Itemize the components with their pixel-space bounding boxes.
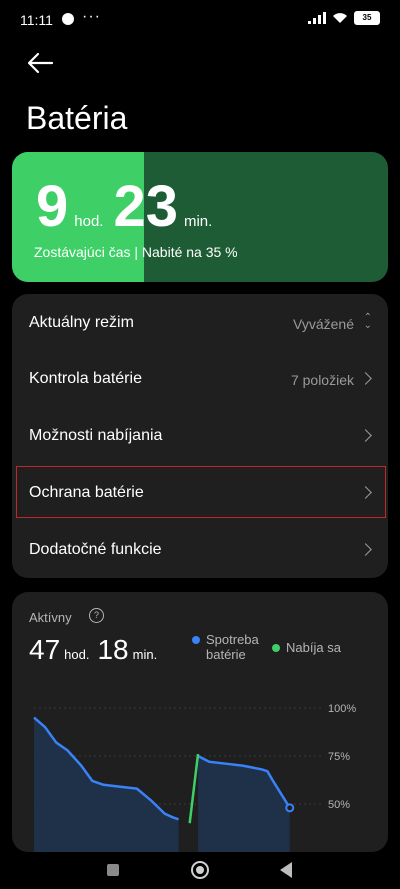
hours-unit: hod. — [74, 213, 104, 230]
battery-settings-list: Aktuálny režim Vyvážené ⌃ ⌄ Kontrola baté… — [12, 294, 388, 578]
remaining-hours: 9 — [36, 174, 69, 239]
home-icon[interactable] — [191, 861, 209, 879]
page-title: Batéria — [26, 100, 128, 136]
chevron-right-icon — [359, 429, 372, 442]
y-tick-label: 75% — [328, 751, 350, 763]
setting-additional-features[interactable]: Dodatočné funkcie — [12, 523, 388, 579]
back-arrow-icon[interactable] — [26, 50, 54, 76]
recent-apps-icon[interactable] — [107, 864, 119, 876]
setting-current-mode[interactable]: Aktuálny režim Vyvážené ⌃ ⌄ — [12, 296, 388, 352]
more-notifications-icon: ··· — [82, 8, 101, 25]
signal-icon — [308, 12, 326, 24]
y-tick-label: 100% — [328, 703, 356, 715]
setting-battery-protection[interactable]: Ochrana batérie — [12, 466, 388, 522]
chevron-right-icon — [359, 543, 372, 556]
remaining-subtitle: Zostávajúci čas | Nabité na 35 % — [34, 244, 238, 260]
chevron-right-icon — [359, 372, 372, 385]
setting-value: 7 položiek — [290, 372, 354, 388]
setting-label: Dodatočné funkcie — [29, 541, 162, 558]
current-point — [285, 803, 295, 813]
wifi-icon — [333, 13, 347, 23]
setting-value: Vyvážené — [293, 316, 354, 332]
battery-icon: 35 — [354, 11, 380, 25]
battery-usage-chart: 100% 75% 50% — [33, 703, 356, 852]
up-down-icon: ⌃ ⌄ — [363, 312, 372, 331]
battery-remaining-card: 9 hod. 23 min. Zostávajúci čas | Nabité … — [12, 152, 388, 282]
navigation-bar — [0, 852, 400, 889]
setting-label: Ochrana batérie — [29, 484, 144, 501]
back-icon[interactable] — [280, 862, 292, 878]
y-tick-label: 50% — [328, 799, 350, 811]
remaining-minutes: 23 — [113, 174, 178, 239]
setting-label: Kontrola batérie — [29, 370, 142, 387]
setting-label: Aktuálny režim — [29, 314, 134, 331]
remaining-time: 9 hod. 23 min. — [36, 178, 222, 236]
minutes-unit: min. — [183, 213, 213, 230]
status-bar: 11:11 ··· 35 — [0, 0, 400, 40]
charging-line — [188, 753, 200, 824]
setting-label: Možnosti nabíjania — [29, 427, 163, 444]
setting-charging-options[interactable]: Možnosti nabíjania — [12, 409, 388, 465]
battery-usage-card: Aktívny ? 47 hod. 18 min. Spotreba batéri… — [12, 592, 388, 852]
setting-battery-check[interactable]: Kontrola batérie 7 položiek — [12, 352, 388, 408]
usage-area — [198, 756, 290, 852]
messenger-icon — [62, 13, 74, 25]
status-icons: 35 — [308, 11, 380, 25]
chevron-right-icon — [359, 486, 372, 499]
status-time: 11:11 — [20, 12, 53, 28]
